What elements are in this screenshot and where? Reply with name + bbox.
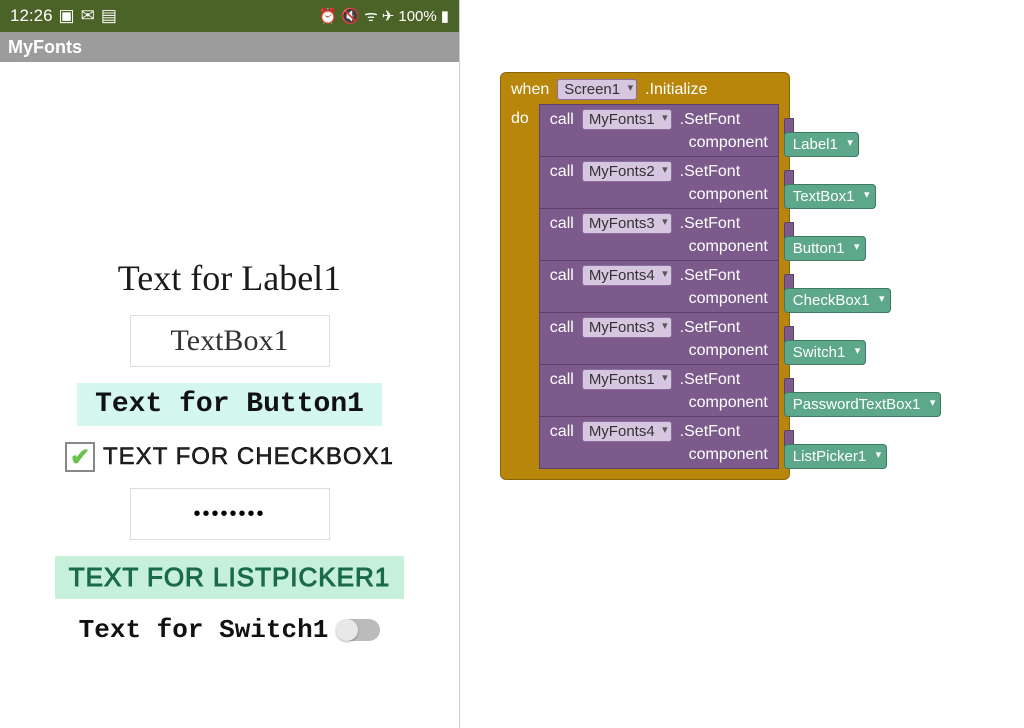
label1: Text for Label1 [118, 257, 341, 299]
call-object-dropdown[interactable]: MyFonts4 [582, 265, 672, 286]
app-title: MyFonts [8, 37, 82, 58]
call-keyword: call [550, 319, 574, 337]
textbox1[interactable] [130, 315, 330, 367]
param-label: component [689, 446, 768, 464]
call-keyword: call [550, 111, 574, 129]
call-block[interactable]: call MyFonts3 .SetFont component Switch1 [539, 313, 779, 365]
call-object-dropdown[interactable]: MyFonts4 [582, 421, 672, 442]
check-icon: ✔ [70, 443, 90, 472]
mail-icon: ✉ [81, 6, 95, 26]
call-object-dropdown[interactable]: MyFonts2 [582, 161, 672, 182]
param-label: component [689, 238, 768, 256]
app-title-bar: MyFonts [0, 32, 459, 62]
phone-preview: 12:26 ▣ ✉ ▤ ⏰ 🔇 ᯤ ✈ 100% ▮ MyFonts Text … [0, 0, 460, 728]
password-textbox1[interactable] [130, 488, 330, 540]
battery-icon: ▮ [441, 7, 449, 25]
app-icon: ▤ [101, 6, 117, 26]
call-method: .SetFont [680, 111, 740, 129]
call-block[interactable]: call MyFonts3 .SetFont component Button1 [539, 209, 779, 261]
call-keyword: call [550, 215, 574, 233]
call-object-dropdown[interactable]: MyFonts1 [582, 109, 672, 130]
listpicker1[interactable]: Text for ListPicker1 [55, 556, 404, 599]
event-target-dropdown[interactable]: Screen1 [557, 79, 637, 100]
do-keyword: do [511, 110, 529, 128]
airplane-icon: ✈ [382, 7, 395, 25]
blocks-canvas[interactable]: when Screen1 .Initialize do call MyFonts… [460, 0, 1024, 728]
phone-content: Text for Label1 Text for Button1 ✔ Text … [0, 62, 459, 728]
wifi-icon: ᯤ [364, 6, 378, 26]
call-keyword: call [550, 163, 574, 181]
call-method: .SetFont [680, 371, 740, 389]
image-icon: ▣ [59, 6, 75, 26]
component-chip[interactable]: CheckBox1 [784, 288, 891, 313]
param-label: component [689, 186, 768, 204]
status-time: 12:26 [10, 6, 53, 26]
checkbox1-row[interactable]: ✔ Text for CheckBox1 [65, 442, 394, 472]
call-method: .SetFont [680, 423, 740, 441]
switch1-toggle[interactable] [336, 619, 380, 641]
battery-text: 100% [398, 8, 436, 25]
call-block[interactable]: call MyFonts1 .SetFont component Label1 [539, 104, 779, 157]
when-keyword: when [511, 81, 549, 99]
call-block[interactable]: call MyFonts4 .SetFont component ListPic… [539, 417, 779, 469]
component-chip[interactable]: Button1 [784, 236, 866, 261]
call-keyword: call [550, 371, 574, 389]
switch1-knob [336, 619, 358, 641]
switch1-row[interactable]: Text for Switch1 [79, 615, 381, 645]
call-keyword: call [550, 267, 574, 285]
call-block[interactable]: call MyFonts2 .SetFont component TextBox… [539, 157, 779, 209]
when-initialize-block[interactable]: when Screen1 .Initialize do call MyFonts… [500, 72, 790, 480]
param-label: component [689, 134, 768, 152]
button1[interactable]: Text for Button1 [77, 383, 382, 426]
component-chip[interactable]: PasswordTextBox1 [784, 392, 942, 417]
calls-column: call MyFonts1 .SetFont component Label1 … [539, 104, 779, 469]
vibrate-icon: 🔇 [341, 7, 360, 25]
event-method: .Initialize [645, 81, 707, 99]
component-chip[interactable]: Label1 [784, 132, 859, 157]
call-block[interactable]: call MyFonts1 .SetFont component Passwor… [539, 365, 779, 417]
call-method: .SetFont [680, 163, 740, 181]
component-chip[interactable]: ListPicker1 [784, 444, 887, 469]
component-chip[interactable]: Switch1 [784, 340, 867, 365]
call-object-dropdown[interactable]: MyFonts3 [582, 317, 672, 338]
call-method: .SetFont [680, 267, 740, 285]
call-object-dropdown[interactable]: MyFonts1 [582, 369, 672, 390]
call-method: .SetFont [680, 215, 740, 233]
status-bar: 12:26 ▣ ✉ ▤ ⏰ 🔇 ᯤ ✈ 100% ▮ [0, 0, 459, 32]
param-label: component [689, 394, 768, 412]
param-label: component [689, 342, 768, 360]
call-object-dropdown[interactable]: MyFonts3 [582, 213, 672, 234]
event-block-stack[interactable]: when Screen1 .Initialize do call MyFonts… [500, 72, 790, 480]
call-keyword: call [550, 423, 574, 441]
param-label: component [689, 290, 768, 308]
alarm-icon: ⏰ [319, 7, 338, 25]
call-method: .SetFont [680, 319, 740, 337]
checkbox1-box[interactable]: ✔ [65, 442, 95, 472]
component-chip[interactable]: TextBox1 [784, 184, 876, 209]
checkbox1-label: Text for CheckBox1 [103, 443, 394, 471]
call-block[interactable]: call MyFonts4 .SetFont component CheckBo… [539, 261, 779, 313]
switch1-label: Text for Switch1 [79, 615, 329, 645]
